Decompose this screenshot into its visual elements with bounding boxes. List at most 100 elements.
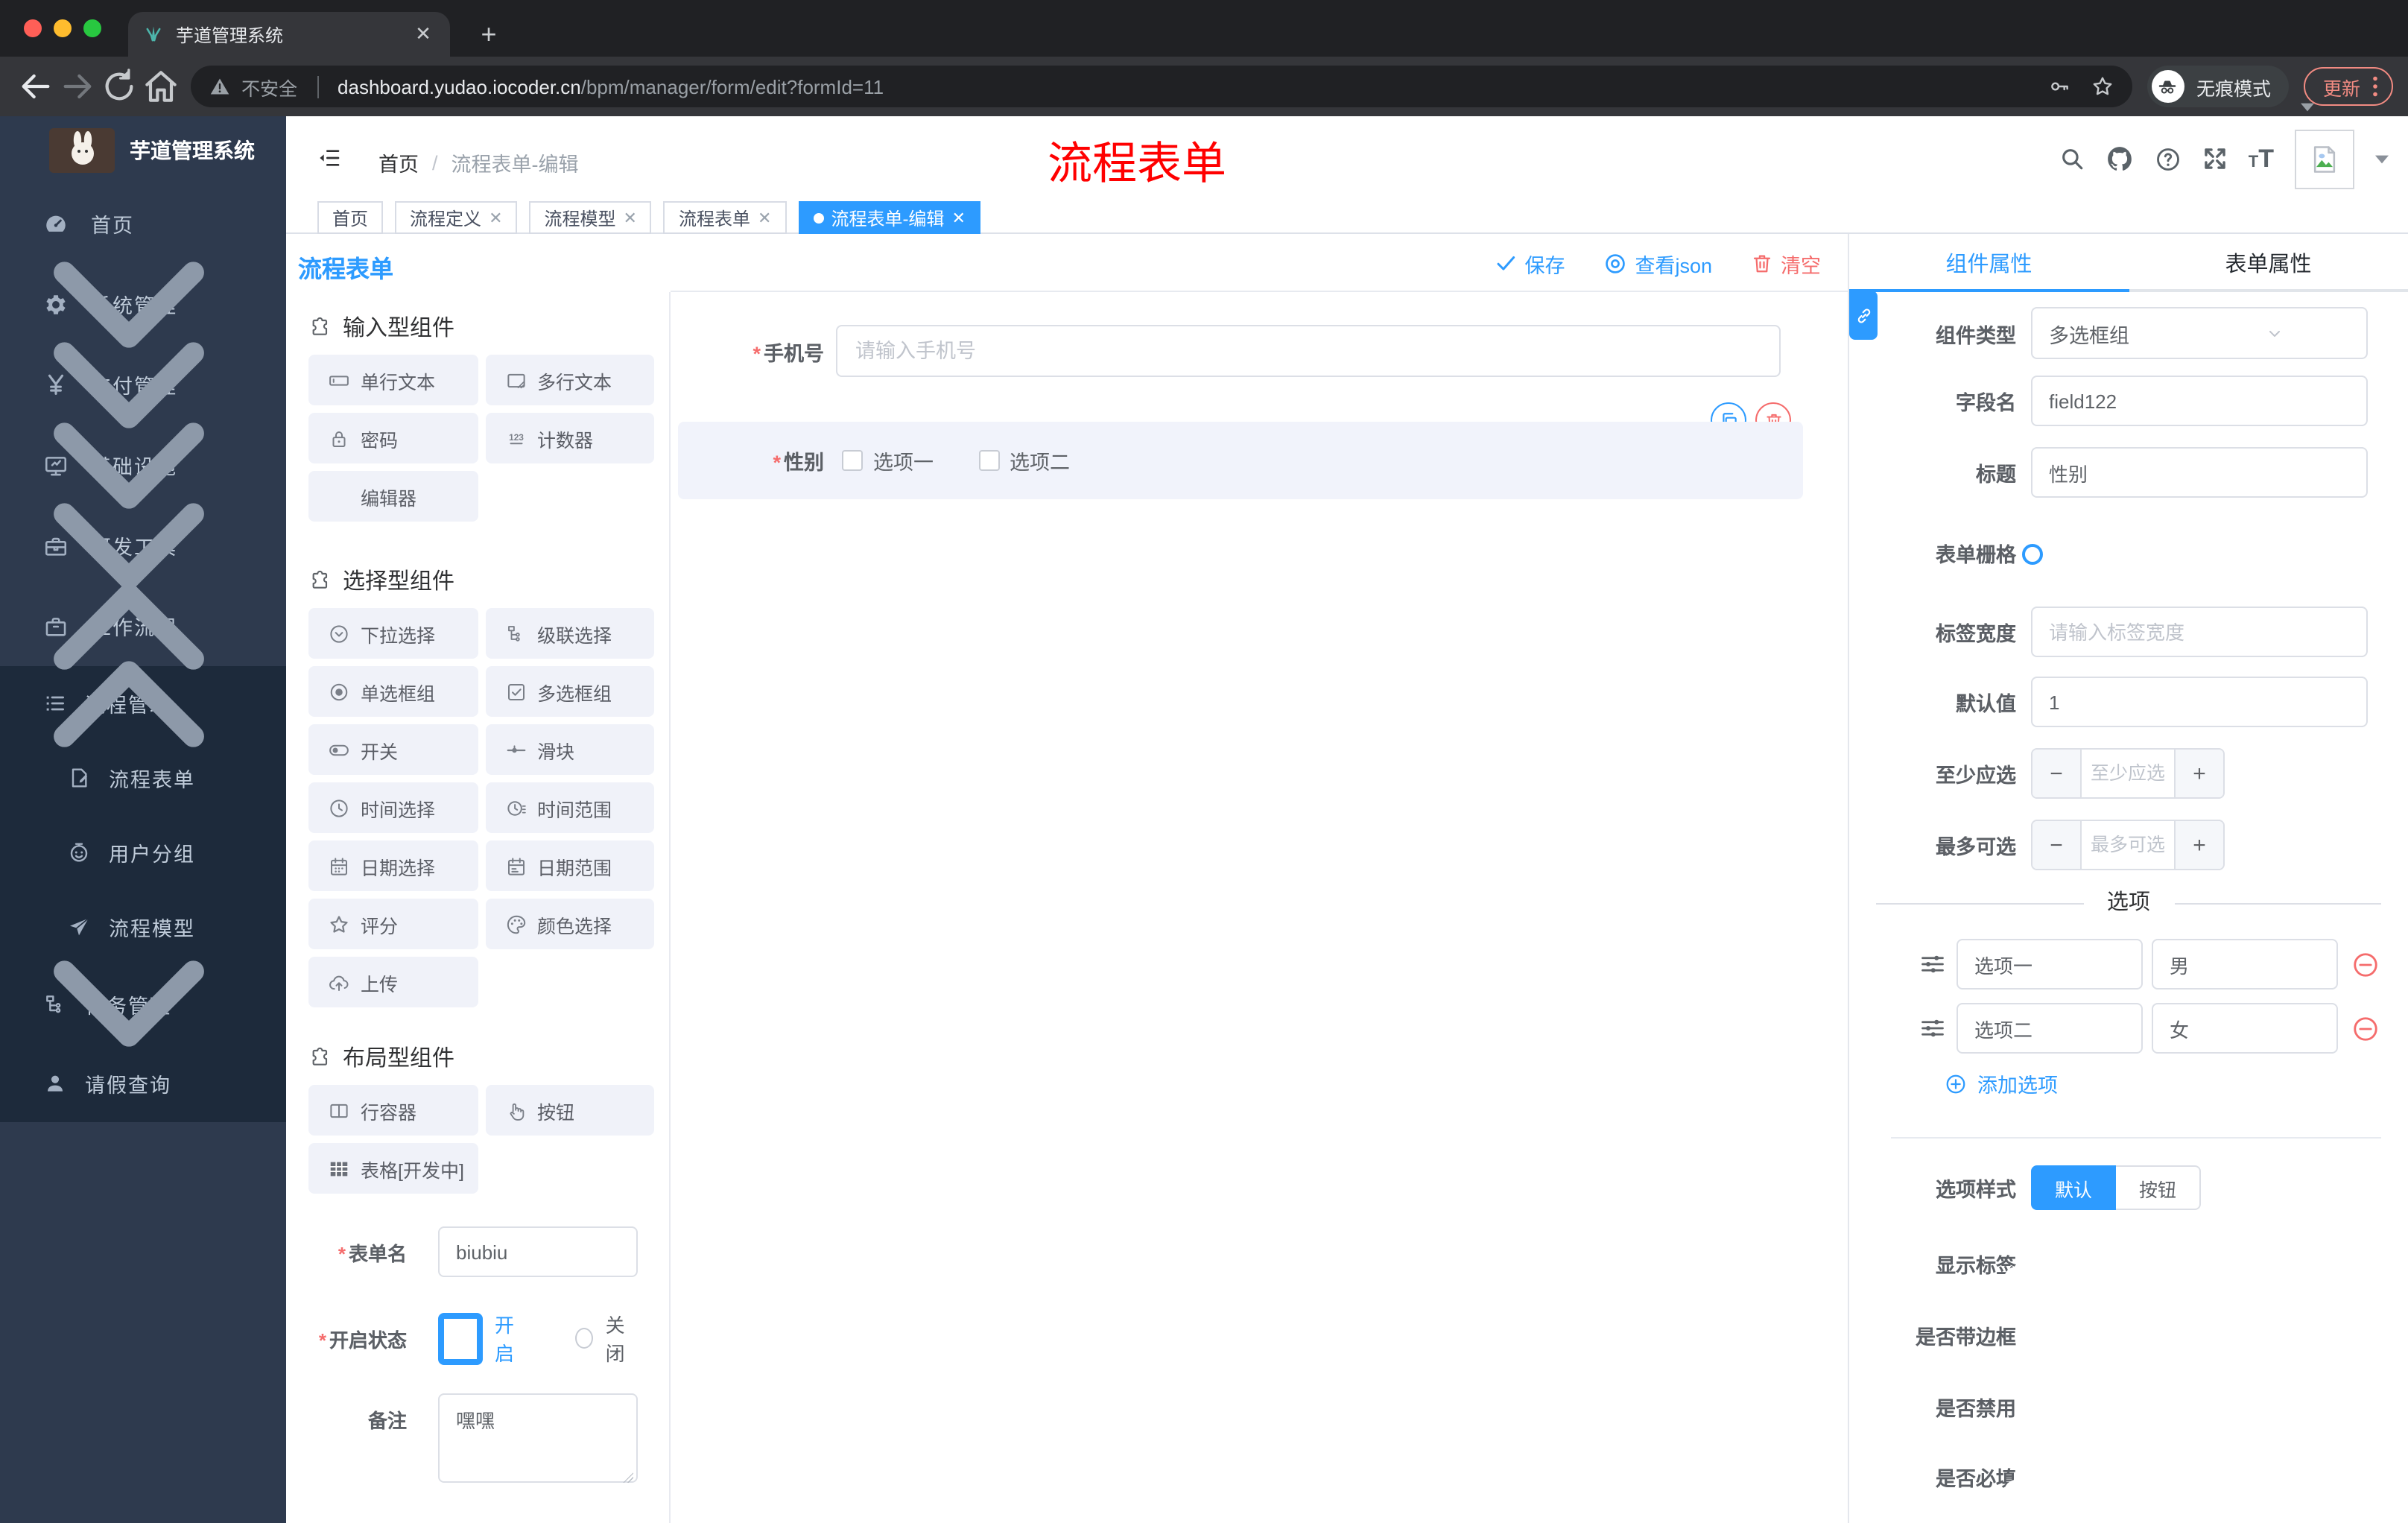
component-chip-multi-text[interactable]: 多行文本 xyxy=(485,355,654,405)
radio-on-label[interactable]: 开启 xyxy=(495,1310,527,1367)
sidebar-item-task-management[interactable]: 任务管理 xyxy=(0,960,286,1047)
style-default-button[interactable]: 默认 xyxy=(2031,1165,2116,1210)
component-chip-upload[interactable]: 上传 xyxy=(308,957,478,1007)
radio-on[interactable] xyxy=(438,1312,483,1364)
default-value-input[interactable] xyxy=(2031,677,2368,727)
tab-form-props[interactable]: 表单属性 xyxy=(2129,234,2408,292)
style-button-button[interactable]: 按钮 xyxy=(2116,1165,2201,1210)
drag-handle-icon[interactable] xyxy=(1919,951,1946,978)
bookmark-star-icon[interactable] xyxy=(2091,75,2114,98)
new-tab-button[interactable]: + xyxy=(469,15,508,54)
font-size-icon[interactable]: TT xyxy=(2249,146,2274,171)
save-button[interactable]: 保存 xyxy=(1495,248,1565,278)
component-chip-color-picker[interactable]: 颜色选择 xyxy=(485,899,654,949)
stepper-plus-button[interactable]: + xyxy=(2176,821,2223,869)
radio-off-label[interactable]: 关闭 xyxy=(606,1310,638,1367)
clear-button[interactable]: 清空 xyxy=(1751,248,1821,278)
component-type-select[interactable]: 多选框组 xyxy=(2031,307,2368,359)
tab-close-icon[interactable]: ✕ xyxy=(951,208,965,227)
min-select-input[interactable] xyxy=(2080,750,2176,797)
sidebar-fold-icon[interactable] xyxy=(317,146,341,170)
stepper-plus-button[interactable]: + xyxy=(2176,750,2223,797)
toolbar-caret-icon[interactable] xyxy=(2301,103,2314,112)
component-chip-row-container[interactable]: 行容器 xyxy=(308,1085,478,1136)
github-icon[interactable] xyxy=(2106,145,2134,173)
component-chip-slider[interactable]: 滑块 xyxy=(485,724,654,775)
radio-off[interactable] xyxy=(575,1328,594,1349)
form-remark-textarea[interactable]: 嘿嘿 xyxy=(438,1393,638,1483)
update-browser-button[interactable]: 更新 xyxy=(2303,67,2393,106)
password-key-icon[interactable] xyxy=(2047,75,2071,98)
link-button[interactable] xyxy=(1849,291,1878,340)
add-option-button[interactable]: 添加选项 xyxy=(1945,1068,2408,1098)
view-tab-process-model[interactable]: 流程模型 ✕ xyxy=(529,201,652,234)
view-tab-process-definition[interactable]: 流程定义 ✕ xyxy=(395,201,518,234)
tab-close-icon[interactable]: ✕ xyxy=(758,208,771,227)
component-chip-rate[interactable]: 评分 xyxy=(308,899,478,949)
help-icon[interactable] xyxy=(2155,145,2182,172)
browser-tab[interactable]: 芋道管理系统 ✕ xyxy=(128,12,450,57)
component-chip-checkbox-group[interactable]: 多选框组 xyxy=(485,666,654,717)
gender-option-1[interactable]: 选项一 xyxy=(842,446,934,475)
tab-component-props[interactable]: 组件属性 xyxy=(1849,234,2129,292)
component-chip-counter[interactable]: 123 计数器 xyxy=(485,413,654,463)
tab-close-icon[interactable]: ✕ xyxy=(411,22,435,46)
component-chip-switch[interactable]: 开关 xyxy=(308,724,478,775)
sidebar-item-process-management[interactable]: 流程管理 xyxy=(0,660,286,747)
form-name-input[interactable] xyxy=(438,1226,638,1277)
home-button[interactable] xyxy=(140,66,182,107)
search-icon[interactable] xyxy=(2059,146,2085,171)
component-chip-button[interactable]: 按钮 xyxy=(485,1085,654,1136)
component-chip-radio-group[interactable]: 单选框组 xyxy=(308,666,478,717)
view-tab-home[interactable]: 首页 xyxy=(317,201,384,234)
remove-option-button[interactable] xyxy=(2351,1014,2380,1042)
option-2-value-input[interactable] xyxy=(2152,1003,2338,1054)
component-chip-date-picker[interactable]: 日期选择 xyxy=(308,840,478,891)
tab-close-icon[interactable]: ✕ xyxy=(624,208,637,227)
maximize-window-button[interactable] xyxy=(83,19,101,37)
option-1-value-input[interactable] xyxy=(2152,939,2338,990)
component-chip-password[interactable]: 密码 xyxy=(308,413,478,463)
label-width-input[interactable] xyxy=(2031,607,2368,657)
component-chip-time-range[interactable]: 时间范围 xyxy=(485,782,654,833)
close-window-button[interactable] xyxy=(24,19,42,37)
view-tab-process-form-edit[interactable]: 流程表单-编辑 ✕ xyxy=(798,201,980,234)
fullscreen-icon[interactable] xyxy=(2202,146,2228,171)
avatar-caret-icon[interactable] xyxy=(2375,154,2389,163)
tab-close-icon[interactable]: ✕ xyxy=(489,208,502,227)
stepper-minus-button[interactable]: − xyxy=(2032,750,2080,797)
component-chip-editor[interactable]: 编辑器 xyxy=(308,471,478,522)
minimize-window-button[interactable] xyxy=(54,19,72,37)
option-2-name-input[interactable] xyxy=(1956,1003,2143,1054)
sidebar-item-process-form[interactable]: 流程表单 xyxy=(0,741,286,815)
breadcrumb-home[interactable]: 首页 xyxy=(378,148,419,177)
title-input[interactable] xyxy=(2031,447,2368,498)
avatar[interactable] xyxy=(2295,129,2354,189)
gender-option-2[interactable]: 选项二 xyxy=(978,446,1070,475)
component-chip-date-range[interactable]: 日期范围 xyxy=(485,840,654,891)
component-chip-time-picker[interactable]: 时间选择 xyxy=(308,782,478,833)
field-name-input[interactable] xyxy=(2031,376,2368,426)
forward-button[interactable] xyxy=(57,66,98,107)
option-1-name-input[interactable] xyxy=(1956,939,2143,990)
form-canvas[interactable]: *手机号 *性别 选项一 选项二 xyxy=(671,292,1848,1523)
component-chip-cascader[interactable]: 级联选择 xyxy=(485,608,654,659)
component-chip-table[interactable]: 表格[开发中] xyxy=(308,1143,478,1194)
max-select-input[interactable] xyxy=(2080,821,2176,869)
view-tab-process-form[interactable]: 流程表单 ✕ xyxy=(663,201,787,234)
view-json-button[interactable]: 查看json xyxy=(1603,248,1712,278)
phone-field[interactable]: * 手机号 xyxy=(671,325,1803,377)
stepper-minus-button[interactable]: − xyxy=(2032,821,2080,869)
component-chip-single-text[interactable]: 单行文本 xyxy=(308,355,478,405)
address-bar[interactable]: 不安全 dashboard.yudao.iocoder.cn/bpm/manag… xyxy=(191,66,2132,107)
reload-button[interactable] xyxy=(98,66,140,107)
phone-input[interactable] xyxy=(836,325,1781,377)
sidebar-item-leave-query[interactable]: 请假查询 xyxy=(0,1043,286,1122)
back-button[interactable] xyxy=(15,66,57,107)
component-chip-select[interactable]: 下拉选择 xyxy=(308,608,478,659)
slider-handle[interactable] xyxy=(2022,543,2043,564)
browser-menu-dots-icon[interactable] xyxy=(2372,76,2378,97)
checkbox[interactable] xyxy=(978,450,999,471)
drag-handle-icon[interactable] xyxy=(1919,1015,1946,1042)
gender-field-selected[interactable]: * 性别 选项一 选项二 xyxy=(678,422,1803,499)
